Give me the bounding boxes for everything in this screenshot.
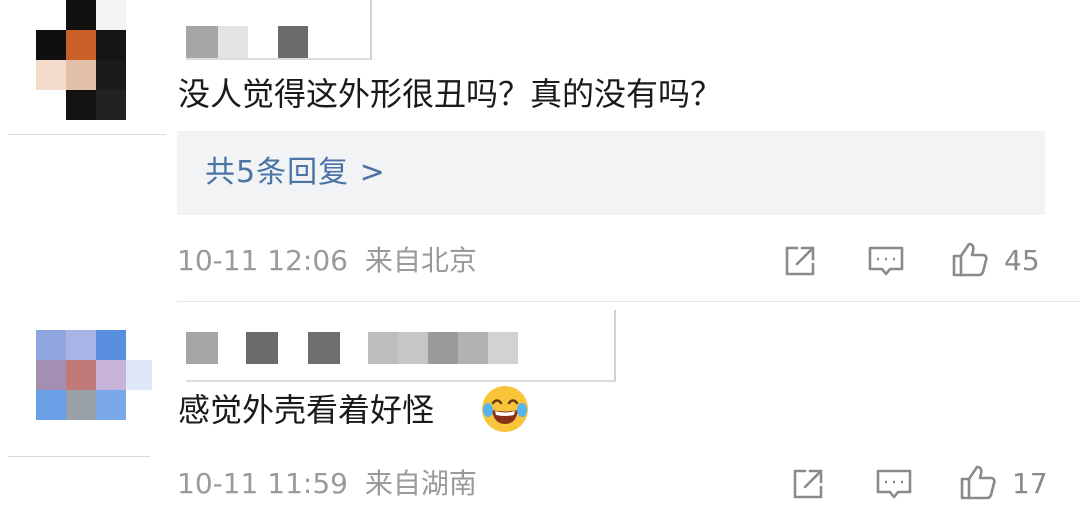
username[interactable] bbox=[178, 0, 372, 62]
comment-time: 10-11 11:59 bbox=[177, 467, 348, 500]
comment-icon[interactable] bbox=[874, 464, 914, 504]
comment-location: 来自北京 bbox=[364, 244, 477, 277]
view-replies-link[interactable]: 共5条回复 > bbox=[205, 153, 386, 193]
username[interactable] bbox=[178, 310, 616, 382]
thumbs-up-icon[interactable] bbox=[958, 462, 998, 502]
comment-icon[interactable] bbox=[866, 241, 906, 281]
like-count: 45 bbox=[1004, 244, 1040, 277]
replies-box[interactable]: 共5条回复 > bbox=[177, 131, 1045, 215]
avatar[interactable] bbox=[36, 330, 156, 422]
forward-icon[interactable] bbox=[780, 241, 820, 281]
avatar[interactable] bbox=[36, 0, 128, 120]
forward-icon[interactable] bbox=[788, 464, 828, 504]
laughing-tears-emoji bbox=[482, 386, 528, 432]
thumbs-up-icon[interactable] bbox=[950, 239, 990, 279]
comment-meta: 10-11 11:59 来自湖南 bbox=[177, 466, 477, 502]
comment-text: 没人觉得这外形很丑吗？真的没有吗？ bbox=[178, 75, 723, 113]
comment-meta: 10-11 12:06 来自北京 bbox=[177, 243, 477, 279]
comment-text: 感觉外壳看着好怪 bbox=[178, 391, 435, 429]
like-count: 17 bbox=[1012, 467, 1048, 500]
comment-location: 来自湖南 bbox=[364, 467, 477, 500]
comment-time: 10-11 12:06 bbox=[177, 244, 348, 277]
